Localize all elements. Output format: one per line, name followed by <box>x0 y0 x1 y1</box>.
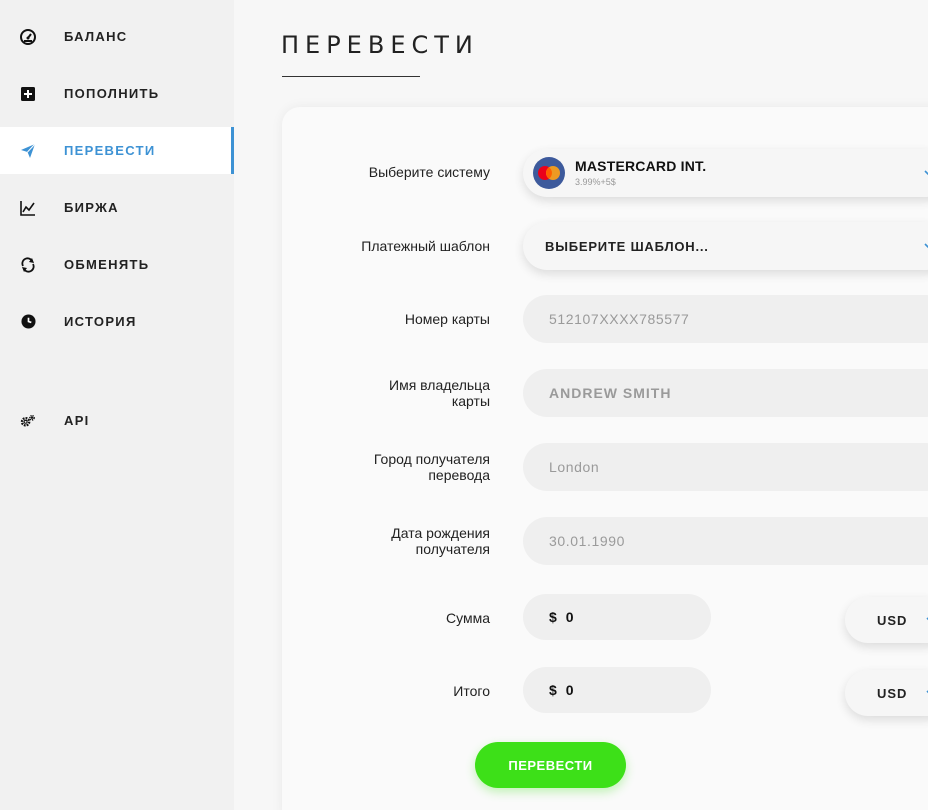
title-underline <box>282 76 420 77</box>
template-label: Платежный шаблон <box>361 238 490 254</box>
template-select-value: ВЫБЕРИТЕ ШАБЛОН... <box>545 238 709 254</box>
dob-label-line2: получателя <box>415 541 490 557</box>
sidebar-item-api[interactable]: API <box>0 397 234 444</box>
dob-label: Дата рождения получателя <box>330 525 490 557</box>
page-title: ПЕРЕВЕСТИ <box>281 31 479 59</box>
dob-label-line1: Дата рождения <box>391 525 490 541</box>
card-number-label: Номер карты <box>404 311 490 327</box>
gears-icon <box>20 413 36 429</box>
amount-value: 0 <box>565 609 574 625</box>
city-placeholder: London <box>549 459 600 475</box>
sidebar-item-label: БИРЖА <box>64 200 119 215</box>
system-label: Выберите систему <box>368 164 490 180</box>
sidebar-item-label: ПОПОЛНИТЬ <box>64 86 160 101</box>
sidebar-item-history[interactable]: ИСТОРИЯ <box>0 298 234 345</box>
payment-system-name: MASTERCARD INT. <box>575 158 707 174</box>
chart-line-icon <box>20 200 36 216</box>
transfer-submit-button[interactable]: ПЕРЕВЕСТИ <box>475 742 626 788</box>
sidebar-item-transfer[interactable]: ПЕРЕВЕСТИ <box>0 127 234 174</box>
sidebar-item-balance[interactable]: БАЛАНС <box>0 13 234 60</box>
payment-system-select[interactable]: MASTERCARD INT. 3.99%+5$ <box>523 149 928 197</box>
template-select[interactable]: ВЫБЕРИТЕ ШАБЛОН... <box>523 222 928 270</box>
sidebar: БАЛАНС ПОПОЛНИТЬ ПЕРЕВЕСТИ БИРЖА ОБМЕНЯТ… <box>0 0 234 810</box>
card-number-field[interactable]: 512107XXXX785577 <box>523 295 928 343</box>
sidebar-item-exchange-market[interactable]: БИРЖА <box>0 184 234 231</box>
card-number-placeholder: 512107XXXX785577 <box>549 311 690 327</box>
total-value: 0 <box>565 682 574 698</box>
plus-square-icon <box>20 86 36 102</box>
sidebar-item-label: ОБМЕНЯТЬ <box>64 257 150 272</box>
total-currency-value: USD <box>877 685 908 701</box>
payment-system-fee: 3.99%+5$ <box>575 177 616 187</box>
total-label: Итого <box>453 683 490 699</box>
amount-label: Сумма <box>446 610 490 626</box>
card-holder-field[interactable]: ANDREW SMITH <box>523 369 928 417</box>
amount-currency-value: USD <box>877 612 908 628</box>
sidebar-item-label: API <box>64 413 90 428</box>
amount-field[interactable]: $ 0 <box>523 594 711 640</box>
sidebar-item-label: БАЛАНС <box>64 29 128 44</box>
dashboard-icon <box>20 28 36 45</box>
dob-field[interactable]: 30.01.1990 <box>523 517 928 565</box>
sidebar-item-deposit[interactable]: ПОПОЛНИТЬ <box>0 70 234 117</box>
mastercard-logo <box>533 157 565 189</box>
city-label-line1: Город получателя <box>373 451 490 467</box>
clock-icon <box>20 314 36 330</box>
refresh-icon <box>20 256 36 273</box>
chevron-down-icon <box>924 243 928 249</box>
transfer-form-card: Выберите систему MASTERCARD INT. 3.99%+5… <box>282 107 928 810</box>
card-holder-label-line2: карты <box>451 393 490 409</box>
sidebar-item-label: ПЕРЕВЕСТИ <box>64 143 156 158</box>
card-holder-label: Имя владельца карты <box>330 377 490 409</box>
dollar-sign: $ <box>549 682 557 698</box>
total-currency-select[interactable]: USD <box>845 670 928 716</box>
city-label-line2: перевода <box>428 467 490 483</box>
card-holder-label-line1: Имя владельца <box>389 377 490 393</box>
sidebar-item-label: ИСТОРИЯ <box>64 314 137 329</box>
card-holder-placeholder: ANDREW SMITH <box>549 385 672 401</box>
total-field[interactable]: $ 0 <box>523 667 711 713</box>
amount-currency-select[interactable]: USD <box>845 597 928 643</box>
paper-plane-icon <box>20 143 36 159</box>
main-content: ПЕРЕВЕСТИ Выберите систему MASTERCARD IN… <box>234 0 928 810</box>
dob-placeholder: 30.01.1990 <box>549 533 626 549</box>
sidebar-item-swap[interactable]: ОБМЕНЯТЬ <box>0 241 234 288</box>
chevron-down-icon <box>924 170 928 176</box>
city-label: Город получателя перевода <box>330 451 490 483</box>
city-field[interactable]: London <box>523 443 928 491</box>
dollar-sign: $ <box>549 609 557 625</box>
